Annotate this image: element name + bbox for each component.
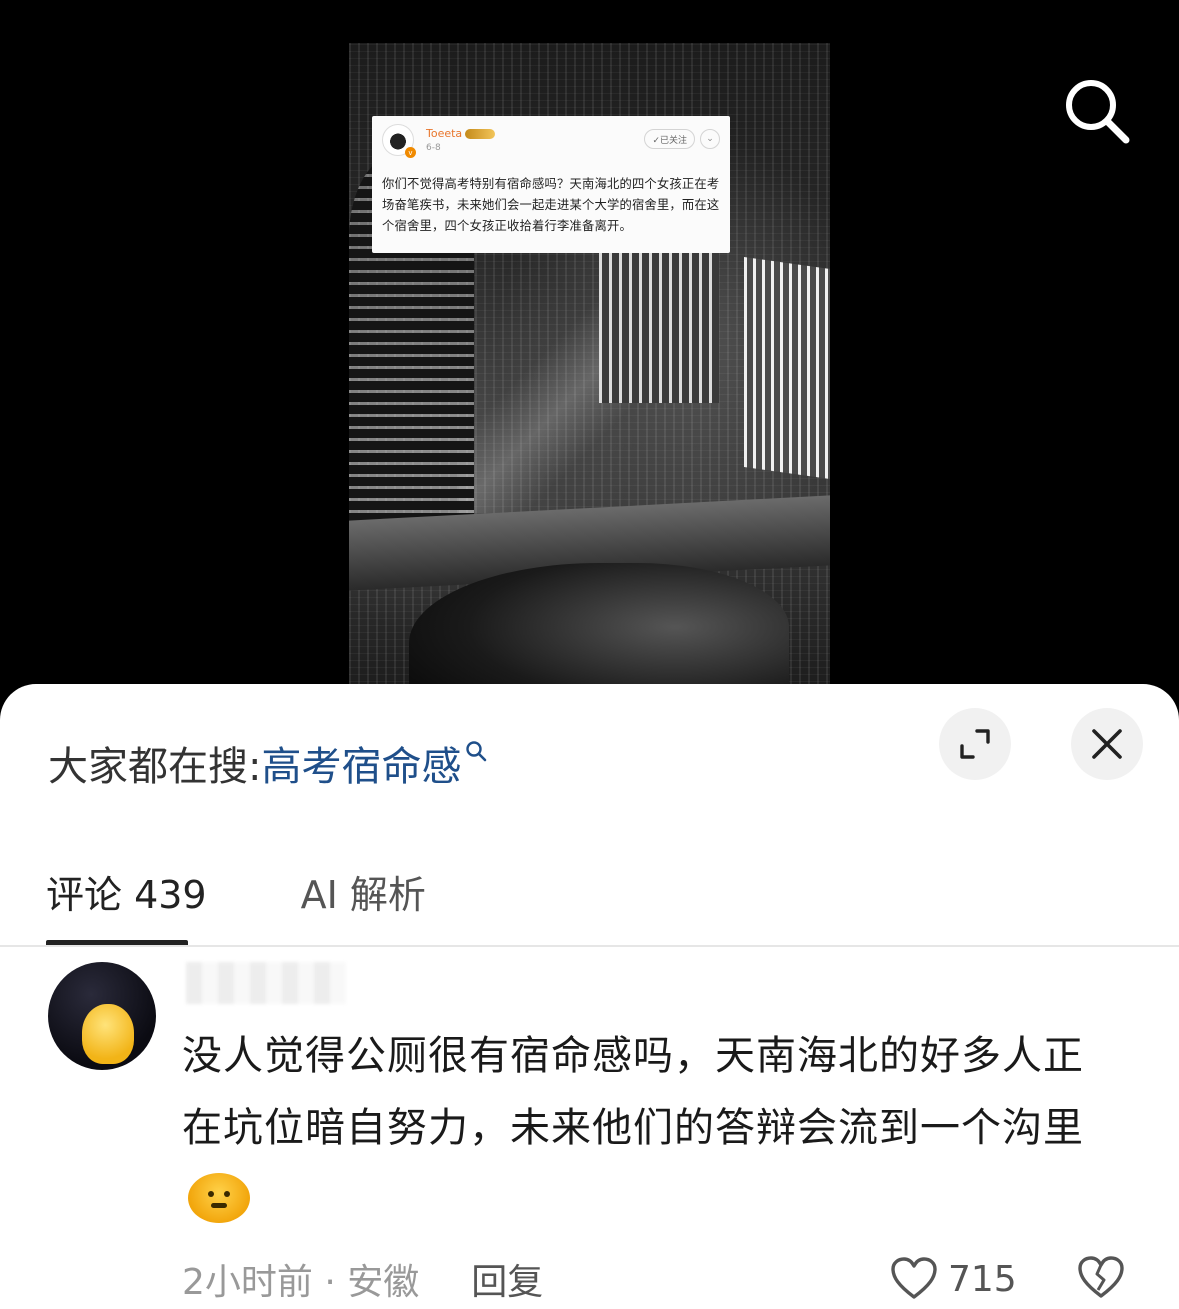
dislike-button[interactable] [1077,1256,1125,1309]
reply-button[interactable]: 回复 [471,1253,543,1305]
chevron-down-icon: ⌄ [700,129,720,149]
like-count: 715 [948,1258,1017,1300]
post-avatar: v [382,124,416,158]
like-button[interactable]: 715 [890,1257,1017,1301]
comment-tabs: 评论 439 AI 解析 [46,864,426,919]
comment-text-body: 没人觉得公厕很有宿命感吗，天南海北的好多人正在坑位暗自努力，未来他们的答辩会流到… [182,1033,1084,1151]
embedded-post-card: v Toeeta 6-8 ✓已关注 ⌄ 你们不觉得高考特别有宿命感吗？天南海北的… [372,116,730,253]
expand-button[interactable] [939,708,1011,780]
comment-text: 没人觉得公厕很有宿命感吗，天南海北的好多人正在坑位暗自努力，未来他们的答辩会流到… [182,1020,1122,1236]
post-meta: Toeeta 6-8 [426,127,496,153]
tab-ai-analysis[interactable]: AI 解析 [301,864,426,919]
post-date: 6-8 [426,143,441,153]
heart-icon [891,1257,937,1299]
post-username: Toeeta [426,127,463,140]
video-tower-right [744,256,830,480]
vip-badge-icon [465,128,496,139]
close-button[interactable] [1071,708,1143,780]
comment-sheet: 大家都在搜: 高考宿命感 评论 439 AI 解析 没人觉得公厕很有宿命感吗，天… [0,684,1179,1309]
blurred-username[interactable] [186,962,346,1004]
post-follow-button: ✓已关注 [644,129,695,149]
expand-icon [960,729,990,759]
hot-search-prefix: 大家都在搜: [48,744,262,790]
avatar-figure [82,1004,134,1064]
dizzy-face-emoji-icon [188,1173,250,1223]
post-username-row: Toeeta [426,127,496,140]
search-icon[interactable] [1062,76,1132,146]
video-player[interactable]: v Toeeta 6-8 ✓已关注 ⌄ 你们不觉得高考特别有宿命感吗？天南海北的… [0,0,1179,703]
search-icon [465,740,487,768]
post-header: v Toeeta 6-8 ✓已关注 ⌄ [382,124,720,168]
tabs-divider [0,945,1179,947]
broken-heart-icon [1078,1256,1124,1298]
tab-comments[interactable]: 评论 439 [46,864,207,919]
post-text: 你们不觉得高考特别有宿命感吗？天南海北的四个女孩正在考场奋笔疾书，未来她们会一起… [382,177,720,233]
avatar[interactable] [48,962,156,1070]
close-icon [1092,729,1122,759]
hot-search-bar[interactable]: 大家都在搜: 高考宿命感 [48,734,487,792]
hot-search-keyword[interactable]: 高考宿命感 [261,734,461,792]
verified-badge-icon: v [405,147,416,158]
comment-footer: 2小时前 · 安徽 回复 715 [182,1254,1142,1304]
video-tower-center [599,253,719,403]
comment-meta: 2小时前 · 安徽 [182,1262,420,1303]
